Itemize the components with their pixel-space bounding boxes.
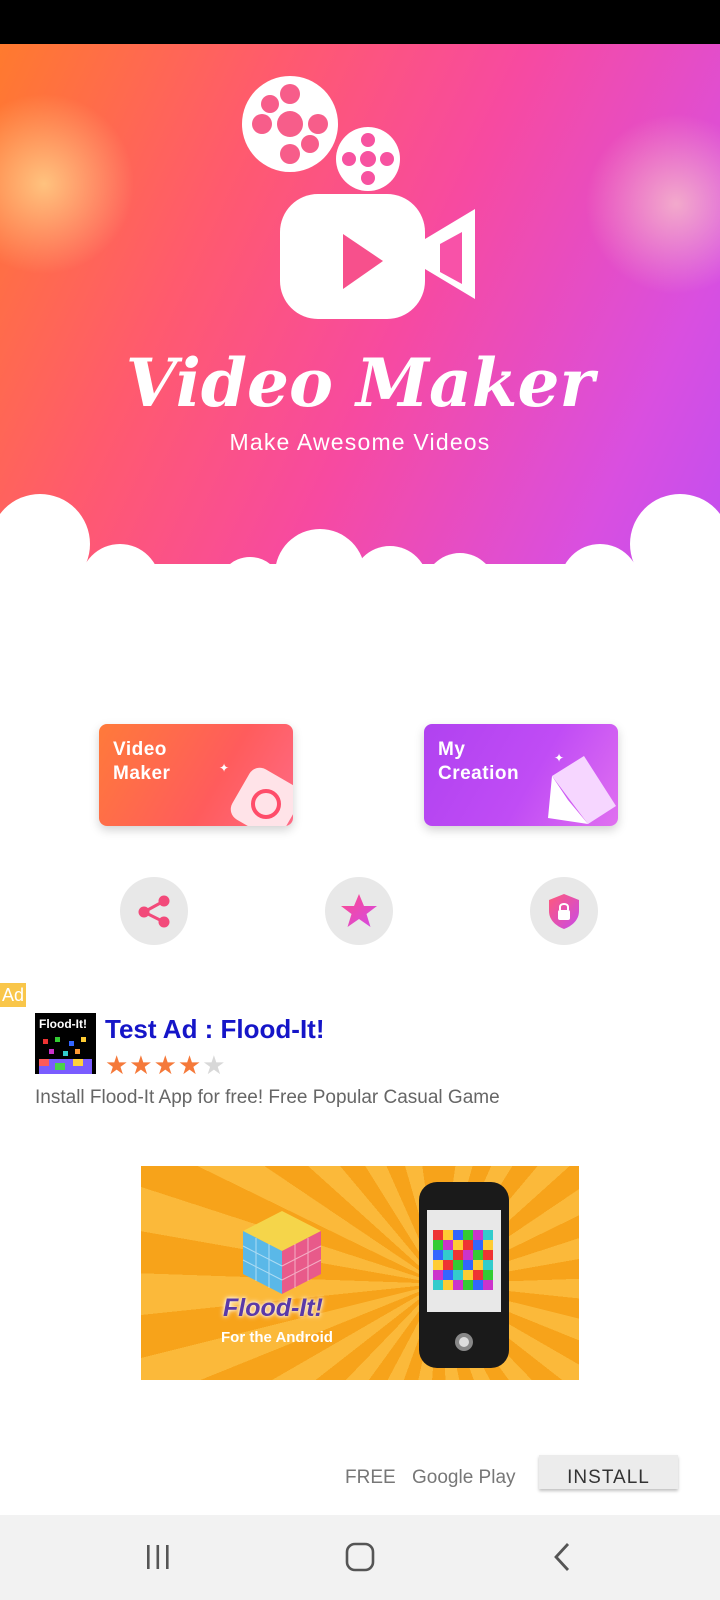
rate-button[interactable]	[325, 877, 393, 945]
ad-banner-image[interactable]: Flood-It! For the Android	[141, 1166, 579, 1380]
ad-title[interactable]: Test Ad : Flood-It!	[105, 1014, 325, 1045]
ad-app-icon-text: Flood-It!	[39, 1017, 87, 1031]
back-button[interactable]	[532, 1535, 592, 1579]
home-icon	[345, 1542, 375, 1572]
camera-icon: ✦	[219, 761, 293, 826]
home-button[interactable]	[330, 1535, 390, 1579]
ad-store: Google Play	[412, 1467, 516, 1488]
system-navigation-bar	[0, 1515, 720, 1600]
recent-apps-button[interactable]	[128, 1535, 188, 1579]
cube-icon	[242, 1211, 322, 1294]
star-icon	[341, 894, 377, 927]
shield-lock-icon	[549, 894, 579, 929]
my-creation-button[interactable]: My Creation ✦	[424, 724, 618, 826]
pencil-icon: ✦	[548, 751, 616, 824]
phone-icon	[419, 1182, 509, 1368]
install-button[interactable]: INSTALL	[539, 1455, 678, 1489]
ad-app-icon[interactable]: Flood-It!	[35, 1013, 96, 1074]
rating-stars-empty: ★	[202, 1050, 227, 1080]
privacy-button[interactable]	[530, 877, 598, 945]
rating-stars-filled: ★★★★	[105, 1050, 203, 1080]
ad-rating: ★★★★★	[105, 1050, 227, 1081]
app-title: Video Maker	[125, 344, 595, 422]
app-tagline: Make Awesome Videos	[229, 429, 491, 455]
video-maker-label: Video Maker	[113, 739, 171, 784]
svg-text:✦: ✦	[554, 751, 564, 765]
ad-badge: Ad	[0, 983, 26, 1007]
sparkle-decoration-right	[580, 104, 720, 304]
cloud-decoration	[0, 494, 720, 564]
hero-banner: Video Maker Make Awesome Videos	[0, 44, 720, 564]
pixel-grid-icon	[39, 1037, 92, 1074]
ad-price: FREE	[345, 1467, 396, 1488]
status-bar	[0, 0, 720, 44]
ad-description: Install Flood-It App for free! Free Popu…	[35, 1087, 500, 1108]
share-button[interactable]	[120, 877, 188, 945]
banner-subtitle: For the Android	[221, 1329, 333, 1346]
sparkle-decoration-left	[0, 84, 140, 284]
my-creation-label: My Creation	[438, 739, 520, 784]
banner-title: Flood-It!	[223, 1294, 323, 1322]
video-maker-button[interactable]: Video Maker ✦	[99, 724, 293, 826]
recent-apps-icon	[147, 1545, 169, 1569]
back-icon	[554, 1543, 570, 1571]
video-camera-logo-icon	[242, 76, 475, 319]
share-icon	[138, 895, 170, 928]
svg-text:✦: ✦	[219, 761, 229, 775]
